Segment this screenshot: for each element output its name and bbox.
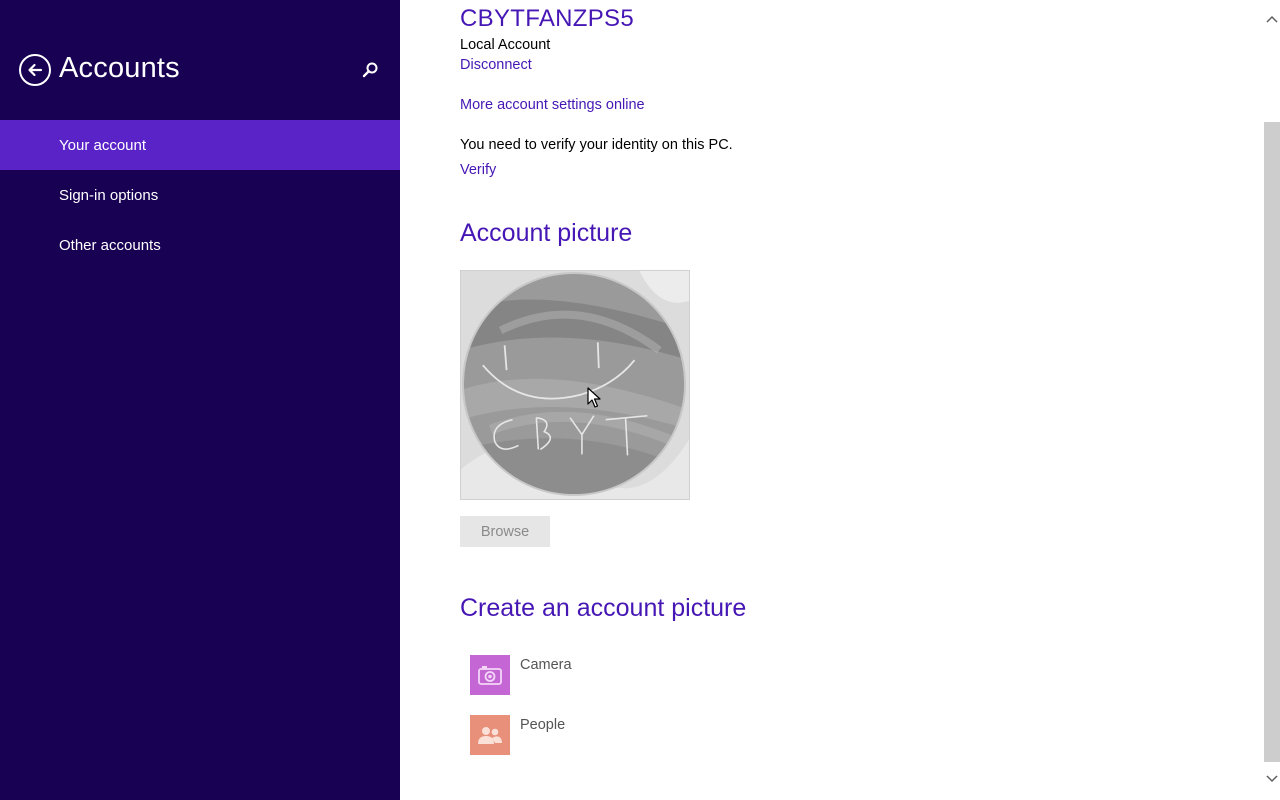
sidebar-item-label: Your account	[59, 136, 147, 154]
people-label: People	[520, 717, 566, 733]
back-arrow-icon	[28, 63, 43, 77]
main-content: CBYTFANZPS5 Local Account Disconnect Mor…	[400, 0, 1264, 800]
account-picture-heading: Account picture	[460, 219, 633, 247]
chevron-down-icon	[1266, 775, 1278, 783]
sidebar-item-sign-in-options[interactable]: Sign-in options	[0, 170, 400, 220]
account-name: CBYTFANZPS5	[460, 5, 635, 32]
sidebar-item-label: Other accounts	[59, 236, 161, 254]
sidebar-item-your-account[interactable]: Your account	[0, 120, 400, 170]
camera-icon	[478, 666, 502, 685]
sidebar-nav: Your account Sign-in options Other accou…	[0, 120, 400, 270]
sidebar-item-label: Sign-in options	[59, 186, 159, 204]
camera-app-item[interactable]: Camera	[470, 655, 572, 695]
camera-tile	[470, 655, 510, 695]
browse-button[interactable]: Browse	[460, 516, 550, 547]
create-account-picture-heading: Create an account picture	[460, 594, 747, 622]
more-account-settings-link[interactable]: More account settings online	[460, 97, 645, 113]
verify-link[interactable]: Verify	[460, 162, 496, 178]
sidebar: Accounts Your account Sign-in options Ot…	[0, 0, 400, 800]
sidebar-item-other-accounts[interactable]: Other accounts	[0, 220, 400, 270]
people-icon	[478, 727, 502, 744]
verify-message: You need to verify your identity on this…	[460, 137, 733, 153]
scroll-down-button[interactable]	[1264, 770, 1280, 786]
people-tile	[470, 715, 510, 755]
camera-label: Camera	[520, 657, 572, 673]
scroll-thumb[interactable]	[1264, 122, 1280, 762]
page-title: Accounts	[59, 52, 180, 84]
search-button[interactable]	[360, 60, 380, 80]
scroll-up-button[interactable]	[1264, 12, 1280, 28]
back-button[interactable]	[19, 54, 51, 86]
chevron-up-icon	[1266, 15, 1278, 23]
search-icon	[362, 62, 378, 78]
disconnect-link[interactable]: Disconnect	[460, 57, 532, 73]
account-picture	[460, 270, 690, 500]
account-picture-image	[461, 271, 689, 499]
people-app-item[interactable]: People	[470, 715, 565, 755]
vertical-scrollbar[interactable]	[1264, 0, 1280, 800]
account-type: Local Account	[460, 37, 551, 53]
